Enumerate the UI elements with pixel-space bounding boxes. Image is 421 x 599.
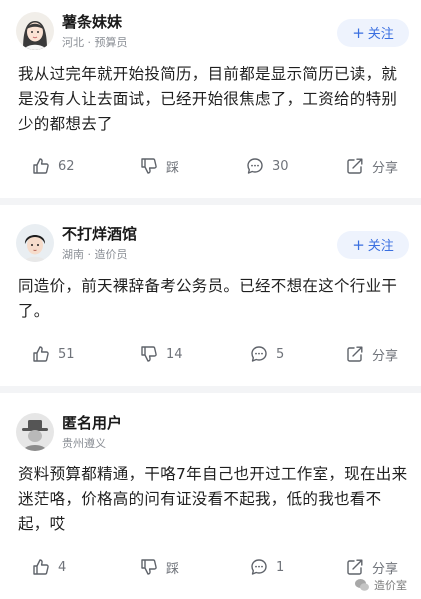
post-content: 资料预算都精通，干咯7年自己也开过工作室，现在出来迷茫咯，价格高的问有证没看不起… [18, 465, 408, 533]
comment-button[interactable]: 1 [250, 555, 284, 579]
post-card: 不打烊酒馆 湖南 · 造价员 + 关注 同造价，前天裸辞备考公务员。已经不想在这个… [0, 205, 421, 383]
follow-label: 关注 [367, 239, 394, 254]
post-content: 我从过完年就开始投简历，目前都是显示简历已读，就是没有人让去面试，已经开始很焦虑… [18, 65, 398, 133]
dislike-button[interactable]: 踩 [140, 555, 179, 579]
comment-count: 30 [272, 158, 289, 174]
share-icon [347, 158, 363, 174]
post-card: 匿名用户 贵州遵义 资料预算都精通，干咯7年自己也开过工作室，现在出来迷茫咯，价… [0, 393, 421, 599]
like-button[interactable]: 51 [32, 342, 75, 366]
follow-button[interactable]: + 关注 [337, 231, 409, 259]
author-name: 匿名用户 [62, 414, 123, 432]
share-button[interactable]: 分享 [346, 342, 398, 366]
comment-count: 5 [276, 346, 285, 362]
share-label: 分享 [372, 348, 399, 364]
comment-icon [247, 158, 263, 174]
plus-icon: + [352, 236, 365, 254]
avatar[interactable] [16, 12, 54, 50]
share-icon [347, 559, 363, 575]
comment-icon [251, 559, 267, 575]
dislike-button[interactable]: 14 [140, 342, 183, 366]
author-name[interactable]: 薯条妹妹 [62, 12, 122, 32]
dislike-label: 踩 [166, 561, 180, 577]
author-meta: 湖南 · 造价员 [62, 248, 128, 261]
author-meta: 河北 · 预算员 [62, 36, 128, 49]
watermark-text: 造价室 [374, 579, 407, 592]
comment-button[interactable]: 30 [246, 154, 289, 178]
share-icon [347, 346, 363, 362]
post-card: 薯条妹妹 河北 · 预算员 + 关注 我从过完年就开始投简历，目前都是显示简历已读… [0, 0, 421, 196]
comment-button[interactable]: 5 [250, 342, 284, 366]
wechat-icon [355, 579, 369, 591]
action-bar: 4 踩 1 分享 [0, 555, 421, 579]
author-meta: 贵州遵义 [62, 437, 106, 450]
divider [0, 198, 421, 205]
like-count: 51 [58, 346, 75, 362]
like-count: 62 [58, 158, 75, 174]
thumbs-down-icon [141, 346, 157, 362]
watermark: 造价室 [354, 577, 407, 593]
follow-button[interactable]: + 关注 [337, 19, 409, 47]
like-button[interactable]: 4 [32, 555, 66, 579]
like-count: 4 [58, 559, 67, 575]
thumbs-down-icon [141, 559, 157, 575]
follow-label: 关注 [367, 27, 394, 42]
dislike-count: 14 [166, 346, 183, 362]
thumbs-down-icon [141, 158, 157, 174]
thumbs-up-icon [33, 346, 49, 362]
thumbs-up-icon [33, 559, 49, 575]
avatar[interactable] [16, 224, 54, 262]
action-bar: 51 14 5 分享 [0, 342, 421, 366]
share-button[interactable]: 分享 [346, 555, 398, 579]
author-name[interactable]: 不打烊酒馆 [62, 224, 137, 244]
action-bar: 62 踩 30 分享 [0, 154, 421, 178]
avatar [16, 413, 54, 451]
share-label: 分享 [372, 160, 399, 176]
share-label: 分享 [372, 561, 399, 577]
like-button[interactable]: 62 [32, 154, 75, 178]
dislike-button[interactable]: 踩 [140, 154, 179, 178]
thumbs-up-icon [33, 158, 49, 174]
comment-count: 1 [276, 559, 285, 575]
share-button[interactable]: 分享 [346, 154, 398, 178]
dislike-label: 踩 [166, 160, 180, 176]
divider [0, 386, 421, 393]
post-content: 同造价，前天裸辞备考公务员。已经不想在这个行业干了。 [18, 277, 398, 320]
comment-icon [251, 346, 267, 362]
plus-icon: + [352, 24, 365, 42]
